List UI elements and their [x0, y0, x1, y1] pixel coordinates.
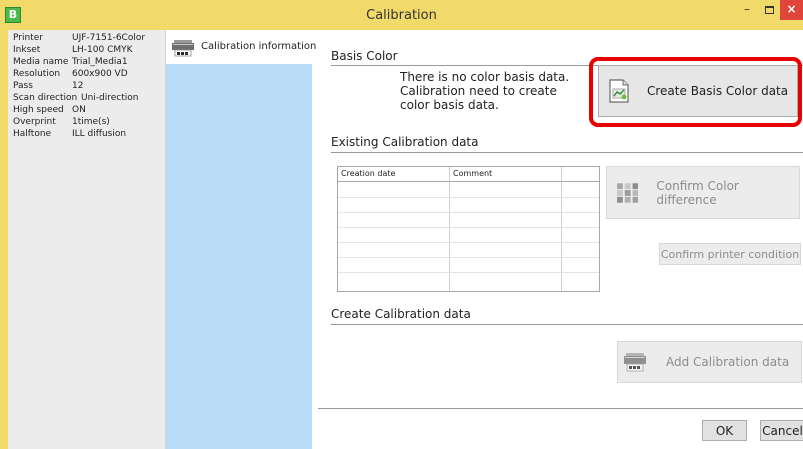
color-patch-grid-icon	[617, 182, 639, 203]
window-title: Calibration	[366, 8, 437, 23]
table-row	[338, 227, 599, 228]
navigation-panel: Calibration information	[166, 30, 316, 449]
title-bar[interactable]: B Calibration – ×	[0, 0, 803, 30]
create-calibration-section-title: Create Calibration data	[331, 307, 471, 321]
info-value: ON	[72, 105, 86, 115]
info-value: 12	[72, 81, 84, 91]
table-row	[338, 272, 599, 273]
info-key: Inkset	[13, 45, 41, 55]
column-header-extra[interactable]	[562, 167, 565, 181]
info-key: Pass	[13, 81, 33, 91]
printer-icon	[172, 40, 194, 57]
info-key: Overprint	[13, 117, 56, 127]
table-row	[338, 212, 599, 213]
confirm-color-difference-button[interactable]: Confirm Color difference	[606, 166, 800, 219]
divider	[318, 408, 803, 409]
info-key: Halftone	[13, 129, 52, 139]
calibration-data-table[interactable]: Creation date Comment	[337, 166, 600, 292]
info-value: 1time(s)	[72, 117, 110, 127]
divider	[331, 324, 803, 325]
confirm-printer-condition-button[interactable]: Confirm printer condition	[659, 243, 801, 265]
table-row	[338, 242, 599, 243]
printer-info-panel: Printer UJF-7151-6Color Inkset LH-100 CM…	[8, 30, 166, 449]
basis-color-section-title: Basis Color	[331, 49, 398, 63]
info-value: Trial_Media1	[72, 57, 128, 67]
cancel-button[interactable]: Cancel	[760, 420, 803, 441]
info-value: ILL diffusion	[72, 129, 127, 139]
nav-item-label: Calibration information	[201, 41, 317, 52]
printer-icon	[624, 353, 646, 372]
maximize-icon	[764, 5, 774, 14]
create-basis-color-button[interactable]: Create Basis Color data	[598, 65, 798, 117]
column-header-creation-date[interactable]: Creation date	[338, 167, 395, 181]
nav-item-calibration-information[interactable]: Calibration information	[166, 30, 316, 64]
table-row	[338, 197, 599, 198]
main-content: Basis Color There is no color basis data…	[312, 30, 803, 449]
ok-button[interactable]: OK	[702, 420, 747, 441]
table-row	[338, 257, 599, 258]
info-value: LH-100 CMYK	[72, 45, 133, 55]
basis-color-document-icon	[609, 79, 629, 103]
minimize-button[interactable]: –	[736, 0, 758, 20]
confirm-printer-condition-label: Confirm printer condition	[660, 247, 800, 261]
existing-calibration-section-title: Existing Calibration data	[331, 135, 479, 149]
add-calibration-data-button[interactable]: Add Calibration data	[617, 341, 802, 383]
info-key: High speed	[13, 105, 64, 115]
info-value: 600x900 VD	[72, 69, 128, 79]
info-key: Resolution	[13, 69, 61, 79]
window-client-area: Printer UJF-7151-6Color Inkset LH-100 CM…	[8, 30, 803, 449]
table-header: Creation date Comment	[338, 167, 599, 182]
divider	[331, 152, 803, 153]
no-basis-data-message: There is no color basis data. Calibratio…	[400, 70, 570, 112]
info-value: Uni-direction	[81, 93, 139, 103]
info-key: Media name	[13, 57, 69, 67]
confirm-color-difference-label: Confirm Color difference	[656, 178, 739, 207]
calibration-window: B Calibration – × Printer UJF-7151-6Colo…	[0, 0, 803, 449]
info-key: Scan direction	[13, 93, 78, 103]
close-button[interactable]: ×	[780, 0, 803, 20]
column-header-comment[interactable]: Comment	[450, 167, 492, 181]
info-value: UJF-7151-6Color	[72, 33, 146, 43]
add-calibration-data-label: Add Calibration data	[666, 355, 790, 369]
info-key: Printer	[13, 33, 43, 43]
create-basis-color-label: Create Basis Color data	[647, 84, 789, 98]
maximize-button[interactable]	[758, 0, 780, 20]
